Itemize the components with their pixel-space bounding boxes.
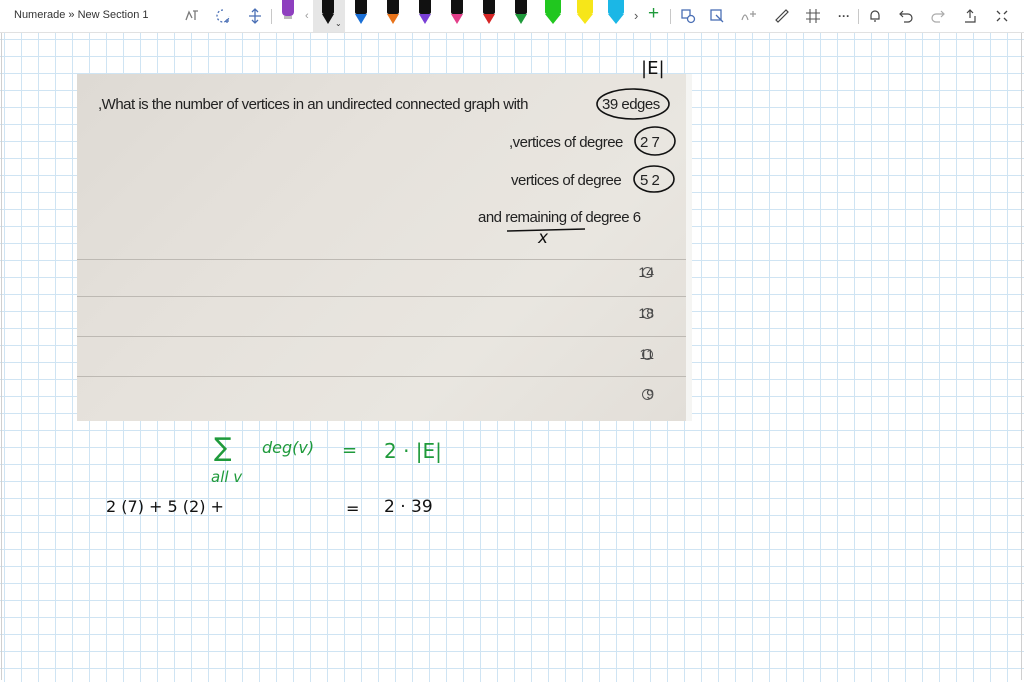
ink-annotation-E: |E| [641,58,665,79]
ink-annotations [506,88,676,232]
ink-circle-edges [596,88,670,120]
ink-deg-v: deg(v) [262,438,315,457]
ink-under-sigma: all v [211,468,243,486]
ink-lhs-2: 2 (7) + 5 (2) + [106,497,224,516]
ink-circle-52 [633,165,675,193]
ink-annotation-x: x [538,228,549,248]
ink-equals-1: = [342,440,358,461]
ink-rhs-2: 2 · 39 [384,497,433,517]
ink-rhs-1: 2 · |E| [384,439,442,463]
ink-sigma: ∑ [214,433,232,463]
ink-equals-2: = [346,499,360,518]
ink-circle-27 [634,126,676,156]
